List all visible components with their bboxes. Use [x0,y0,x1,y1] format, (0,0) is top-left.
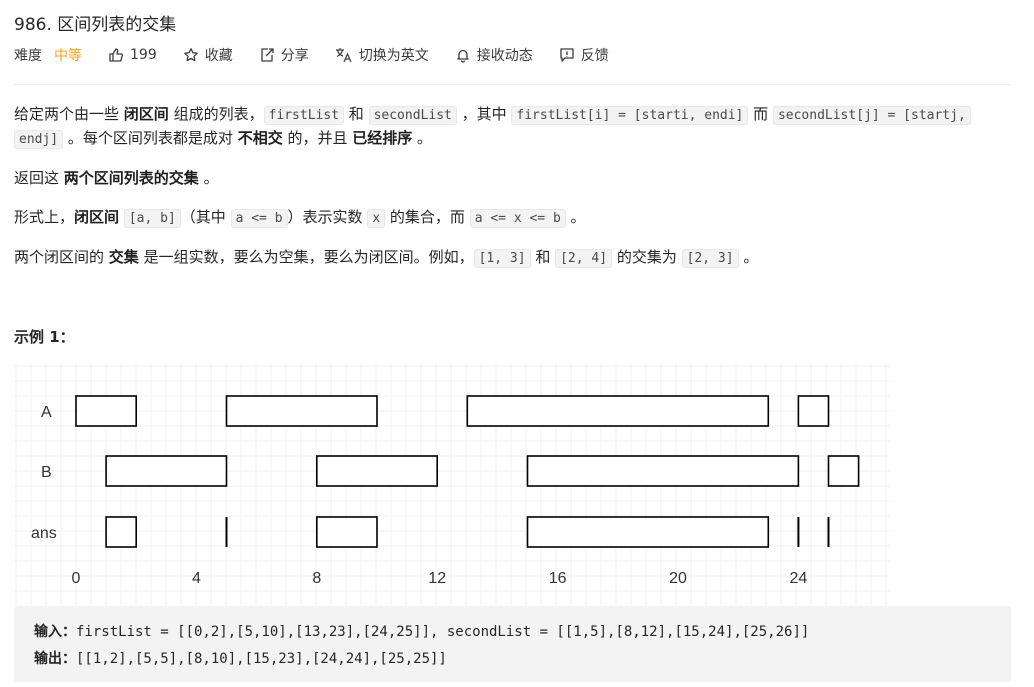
text: 的，并且 [282,129,353,147]
text: 。 [565,208,586,226]
inline-code: endj] [14,130,64,149]
subscribe-button[interactable]: 接收动态 [455,45,533,65]
input-value: firstList = [[0,2],[5,10],[13,23],[24,25… [76,624,810,640]
interval-bar [225,395,378,427]
interval-bar [105,455,228,487]
series-label: B [41,464,52,481]
bold-text: 闭区间 [74,208,120,226]
example-input-line: 输入：firstList = [[0,2],[5,10],[13,23],[24… [34,621,809,641]
text: 是一组实数，要么为空集，要么为闭区间。例如， [138,248,474,266]
text: 而 [748,105,773,123]
inline-code: [1, 3] [473,249,531,268]
text: 两个闭区间的 [14,248,109,266]
thumbs-up-icon [109,48,123,62]
share-icon [261,48,274,62]
text: 的交集为 [612,248,682,266]
example-output-line: 输出：[[1,2],[5,5],[8,10],[15,23],[24,24],[… [34,648,447,668]
x-tick-label: 4 [192,570,201,587]
x-tick-label: 0 [72,570,81,587]
bold-text: 交集 [108,248,139,266]
inline-code: x [367,209,386,228]
text: （其中 [180,208,231,226]
interval-bar [315,516,378,548]
translate-icon [335,48,352,63]
inline-code: a <= x <= b [469,209,566,228]
interval-bar [105,516,137,548]
feedback-button[interactable]: 反馈 [559,45,609,65]
text: 返回这 [14,169,64,187]
series-label: A [41,404,52,421]
text: 。 [738,248,759,266]
output-label: 输出： [34,651,76,667]
text: ）表示实数 [287,208,368,226]
text: 和 [344,105,369,123]
bold-text: 已经排序 [352,129,413,147]
translate-button[interactable]: 切换为英文 [335,45,429,65]
interval-bar [526,516,770,548]
text: 和 [530,248,556,266]
interval-bar [75,395,138,427]
x-tick-label: 20 [669,570,687,587]
output-value: [[1,2],[5,5],[8,10],[15,23],[24,24],[25,… [76,651,447,667]
feedback-icon [560,48,574,62]
bold-text: 不相交 [237,129,283,147]
like-count: 199 [130,47,157,63]
text: 形式上， [14,208,75,226]
description-paragraph-4: 两个闭区间的 交集 是一组实数，要么为空集，要么为闭区间。例如， [1, 3] 和… [14,246,758,270]
collect-label: 收藏 [204,48,233,64]
problem-title: 986. 区间列表的交集 [14,15,177,35]
inline-code: secondList [368,106,457,125]
interval-bar [526,455,800,487]
interval-bar [797,395,830,427]
bold-text: 闭区间 [123,105,169,123]
difficulty-label: 难度 [14,48,42,64]
interval-bar [827,455,860,487]
x-tick-label: 8 [312,570,321,587]
bold-text: 两个区间列表的交集 [63,169,199,187]
text: 。 [198,169,219,187]
x-tick-label: 12 [428,570,446,587]
text: 。每个区间列表都是成对 [63,129,238,147]
subscribe-label: 接收动态 [476,48,533,64]
star-icon [183,48,198,62]
translate-label: 切换为英文 [358,48,429,64]
description-paragraph-1-cont: endj] 。每个区间列表都是成对 不相交 的，并且 已经排序 。 [14,127,432,151]
text: ，其中 [456,105,512,123]
feedback-label: 反馈 [580,48,609,64]
share-label: 分享 [280,48,309,64]
inline-code: firstList [263,106,345,125]
input-label: 输入： [34,624,76,640]
collect-button[interactable]: 收藏 [183,45,233,65]
problem-meta-bar: 难度 中等 199 收藏 分享 切换为英文 接收动态 反馈 [14,44,635,66]
inline-code: secondList[j] = [startj, [772,106,971,125]
text: 给定两个由一些 [14,105,124,123]
difficulty-badge: 中等 [54,48,82,64]
interval-chart: A Bans 0 4 8 12 16 20 24 [14,364,890,606]
x-tick-label: 16 [549,570,567,587]
inline-code: a <= b [230,209,288,228]
description-paragraph-1: 给定两个由一些 闭区间 组成的列表， firstList 和 secondList… [14,103,971,127]
bell-icon [457,49,469,63]
interval-bar [315,455,438,487]
text: 。 [412,129,433,147]
inline-code: [a, b] [123,209,181,228]
text: 组成的列表， [168,105,264,123]
example-io-block: 输入：firstList = [[0,2],[5,10],[13,23],[24… [14,606,1011,682]
inline-code: [2, 3] [681,249,739,268]
series-label: ans [31,525,57,542]
share-button[interactable]: 分享 [259,45,309,65]
inline-code: firstList[i] = [starti, endi] [511,106,749,125]
text: 的集合，而 [385,208,470,226]
header-divider [14,84,1011,85]
description-paragraph-3: 形式上，闭区间 [a, b] （其中 a <= b ）表示实数 x 的集合，而 a … [14,206,586,230]
interval-bar [466,395,770,427]
inline-code: [2, 4] [555,249,613,268]
x-tick-label: 24 [790,570,808,587]
example-title: 示例 1： [14,328,75,346]
description-paragraph-2: 返回这 两个区间列表的交集 。 [14,167,219,190]
like-button[interactable]: 199 [108,47,157,63]
